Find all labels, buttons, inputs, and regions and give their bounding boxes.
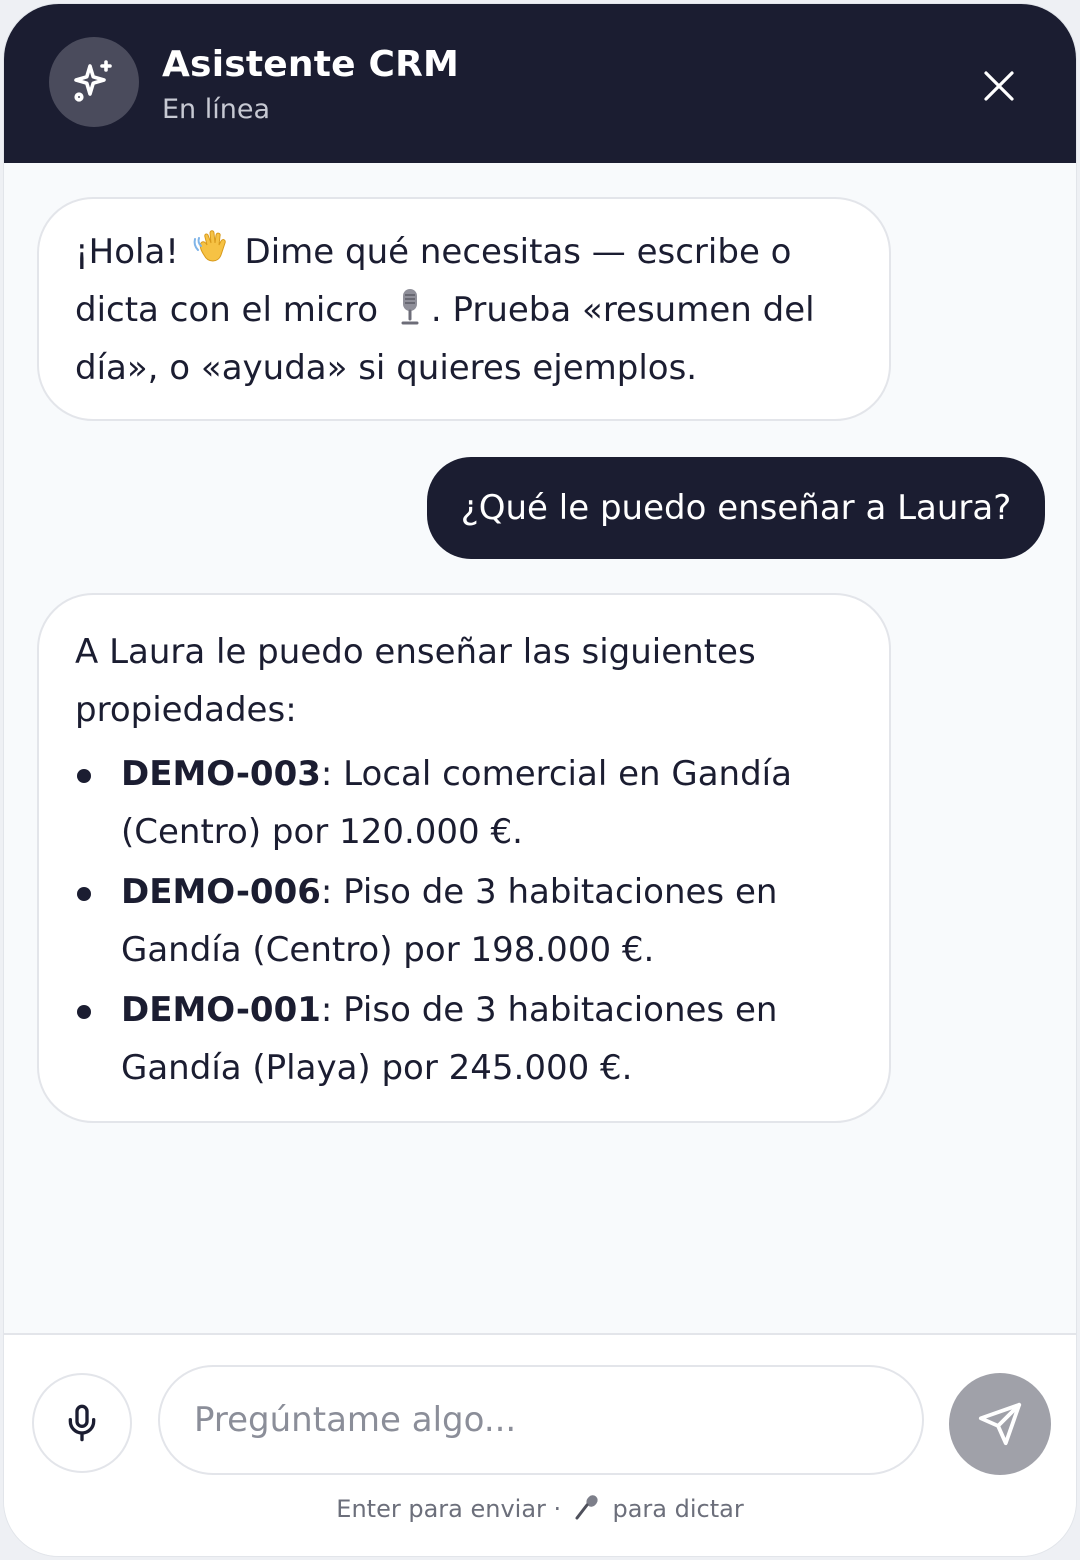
chat-title: Asistente CRM — [162, 44, 460, 85]
send-icon — [978, 1402, 1022, 1446]
close-icon — [984, 71, 1014, 101]
composer-hint: Enter para enviar · para dictar — [4, 1493, 1076, 1523]
property-list-item: DEMO-006: Piso de 3 habitaciones en Gand… — [75, 863, 853, 979]
assistant-avatar — [49, 37, 139, 127]
assistant-message-greeting: ¡Hola! Dime qué necesitas — escribe o di… — [37, 197, 891, 421]
chat-header: Asistente CRM En línea — [4, 4, 1076, 163]
property-list-item: DEMO-003: Local comercial en Gandía (Cen… — [75, 745, 853, 861]
hint-enter-text: Enter para enviar · — [336, 1495, 562, 1523]
message-input[interactable] — [158, 1365, 924, 1475]
microphone-icon — [68, 1404, 96, 1442]
assistant-message-answer: A Laura le puedo enseñar las siguientes … — [37, 593, 891, 1123]
user-message: ¿Qué le puedo enseñar a Laura? — [427, 457, 1045, 559]
property-code: DEMO-001 — [121, 990, 321, 1030]
greeting-hello: ¡Hola! — [75, 232, 179, 272]
studio-microphone-icon — [401, 289, 419, 325]
property-list: DEMO-003: Local comercial en Gandía (Cen… — [75, 745, 853, 1097]
property-code: DEMO-006 — [121, 872, 321, 912]
hint-microphone-icon — [575, 1495, 598, 1520]
chat-panel: Asistente CRM En línea ¡Hola! Dime qué n… — [3, 3, 1077, 1557]
microphone-button[interactable] — [32, 1373, 132, 1473]
online-status: En línea — [162, 94, 271, 125]
waving-hand-icon — [193, 230, 226, 262]
send-button[interactable] — [949, 1373, 1051, 1475]
composer: Enter para enviar · para dictar — [4, 1333, 1076, 1556]
property-list-item: DEMO-001: Piso de 3 habitaciones en Gand… — [75, 981, 853, 1097]
close-button[interactable] — [974, 61, 1024, 111]
property-code: DEMO-003 — [121, 754, 321, 794]
answer-intro: A Laura le puedo enseñar las siguientes … — [75, 632, 756, 730]
sparkles-icon — [74, 60, 112, 102]
hint-dictate-text: para dictar — [612, 1495, 744, 1523]
